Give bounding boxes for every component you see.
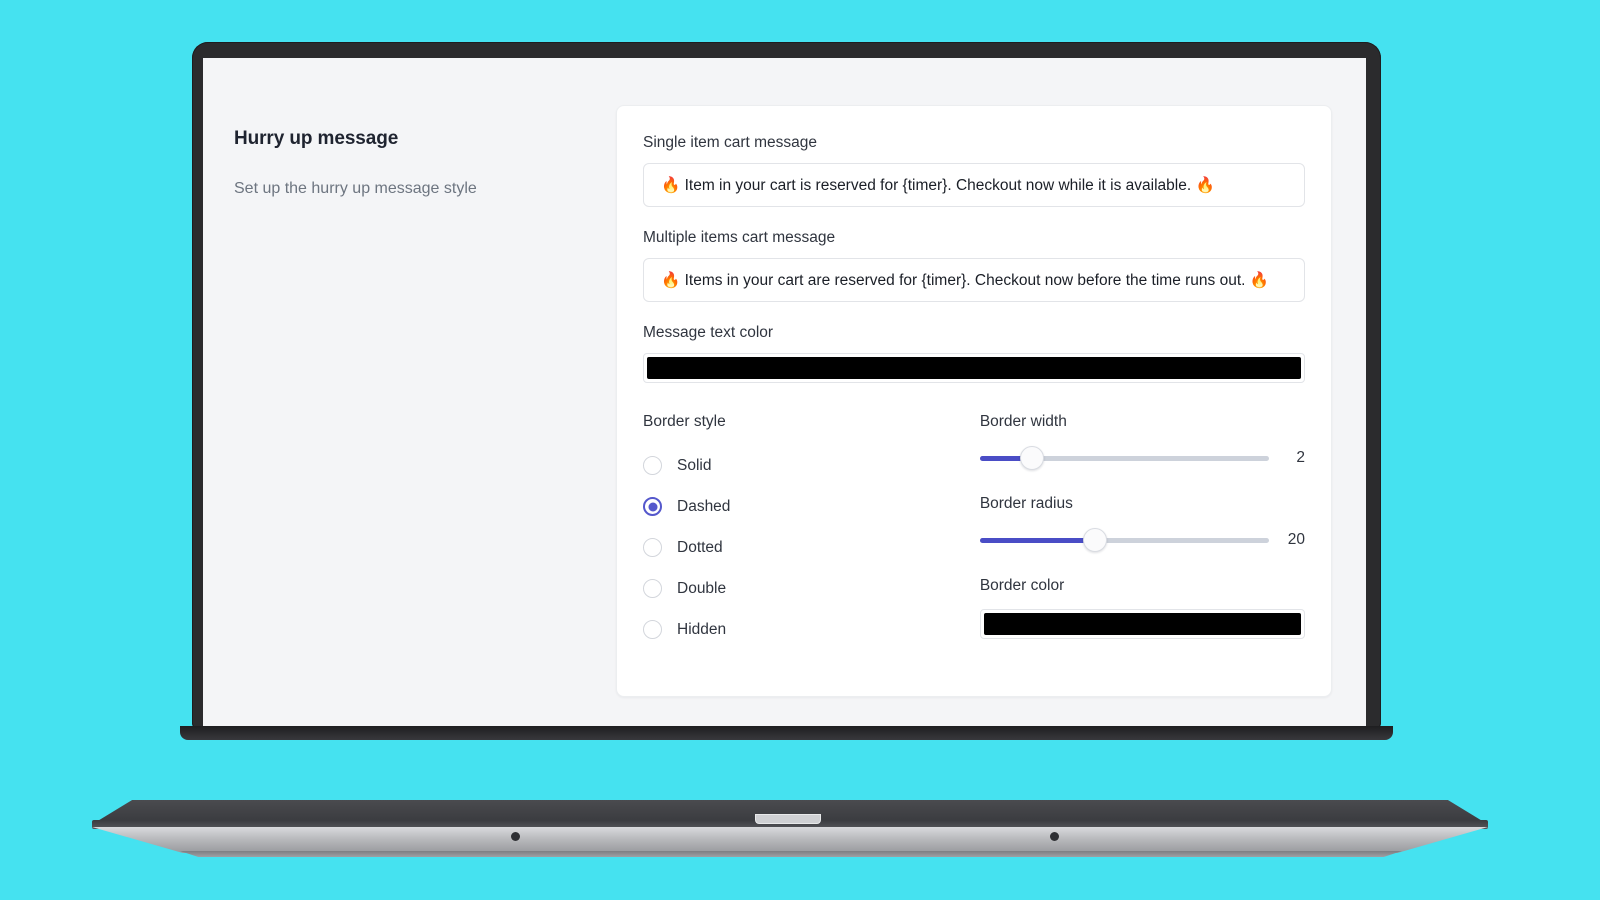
laptop-hinge [180,726,1393,740]
border-radius-slider[interactable] [979,528,1269,552]
message-text-color-field: Message text color [643,324,1305,383]
border-width-row: 2 [979,446,1305,470]
message-text-color-label: Message text color [643,324,774,341]
multiple-items-message-input[interactable] [643,258,1305,302]
app-viewport: Hurry up message Set up the hurry up mes… [203,58,1366,728]
radio-option-label: Double [677,579,727,597]
message-text-color-input[interactable] [643,353,1305,383]
radio-option-label: Solid [677,456,712,474]
single-item-message-field: Single item cart message [643,134,1305,207]
section-header: Hurry up message Set up the hurry up mes… [234,128,564,200]
radio-option-dotted[interactable]: Dotted [643,527,978,568]
radio-icon [643,456,662,475]
radio-option-label: Dotted [677,538,723,556]
slider-thumb[interactable] [1019,446,1044,470]
radio-checked-icon [643,497,662,516]
page-title: Hurry up message [234,128,399,149]
single-item-message-input[interactable] [643,163,1305,207]
border-width-label: Border width [979,413,1067,430]
laptop-base-shadow [180,851,1402,857]
multiple-items-message-field: Multiple items cart message [643,229,1305,302]
border-width-field: Border width 2 [979,413,1305,470]
border-color-label: Border color [979,577,1065,594]
radio-option-double[interactable]: Double [643,568,978,609]
radio-option-solid[interactable]: Solid [643,445,978,486]
border-radius-value: 20 [1287,531,1305,548]
settings-card: Single item cart message Multiple items … [616,105,1332,697]
radio-icon [643,538,662,557]
border-radius-row: 20 [979,528,1305,552]
laptop-mockup: Hurry up message Set up the hurry up mes… [0,0,1600,900]
slider-fill [979,537,1096,543]
single-item-message-label: Single item cart message [643,134,818,151]
radio-option-dashed[interactable]: Dashed [643,486,978,527]
border-metrics-group: Border width 2 Border radius 20 Border c… [978,413,1305,650]
border-width-value: 2 [1296,449,1305,466]
laptop-base-body [92,827,1488,853]
border-color-field: Border color [979,577,1305,639]
radio-option-label: Dashed [677,497,731,515]
radio-option-label: Hidden [677,620,727,638]
page-subtitle: Set up the hurry up message style [234,180,477,197]
laptop-base-screw-right [1050,832,1059,841]
border-width-slider[interactable] [979,446,1269,470]
border-color-input[interactable] [979,609,1305,639]
radio-icon [643,579,662,598]
radio-icon [643,620,662,639]
slider-thumb[interactable] [1083,528,1108,552]
border-radius-field: Border radius 20 [979,495,1305,552]
border-radius-label: Border radius [979,495,1073,512]
laptop-screen: Hurry up message Set up the hurry up mes… [203,58,1366,728]
border-color-swatch [983,613,1301,635]
radio-option-hidden[interactable]: Hidden [643,609,978,650]
message-text-color-swatch [647,357,1301,379]
laptop-lid-notch [755,814,821,824]
laptop-base-screw-left [511,832,520,841]
border-style-group: Border style Solid Dashed Dotted Double … [643,413,978,650]
multiple-items-message-label: Multiple items cart message [643,229,836,246]
border-style-label: Border style [643,413,726,430]
style-controls: Border style Solid Dashed Dotted Double … [643,413,1305,650]
